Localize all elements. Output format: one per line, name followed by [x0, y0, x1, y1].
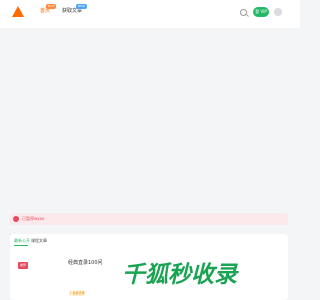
tab-course-articles[interactable]: 课程文章 [31, 238, 47, 244]
notice-bar: 已暂停wxxx [10, 213, 288, 225]
notice-text: 已暂停wxxx [22, 216, 45, 221]
search-icon[interactable] [240, 9, 247, 16]
hot-badge: HOT [46, 4, 57, 9]
new-badge: NEW [76, 4, 88, 9]
vip-button[interactable]: 登 VIP [253, 7, 269, 17]
nav-get-articles[interactable]: 获取文章 [62, 8, 82, 15]
notice-icon [13, 216, 19, 222]
course-title[interactable]: 经典直录100问 [68, 260, 103, 267]
site-logo-icon[interactable] [12, 6, 24, 17]
user-avatar-icon[interactable] [274, 8, 282, 16]
watermark-text: 千狐秒收录 [122, 262, 237, 288]
active-tab-indicator [14, 245, 28, 246]
promo-badge: ⚡ 最新优惠 [69, 290, 85, 296]
course-tag: 推荐 [18, 262, 28, 269]
top-navigation-bar: 首页 HOT 获取文章 NEW 登 VIP [0, 0, 300, 28]
tab-latest-public[interactable]: 最新公开 [14, 238, 30, 244]
nav-home[interactable]: 首页 [40, 8, 50, 15]
